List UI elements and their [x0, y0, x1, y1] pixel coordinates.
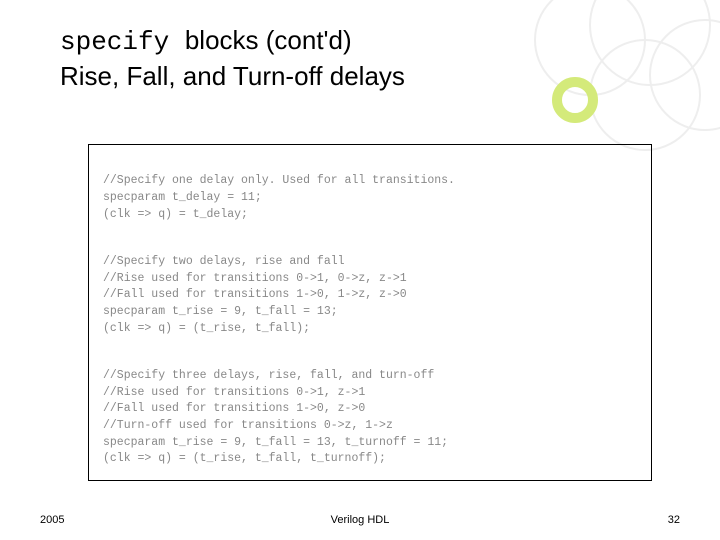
code-line: //Specify one delay only. Used for all t…: [103, 174, 455, 187]
slide-title: specify blocks (cont'd) Rise, Fall, and …: [60, 24, 680, 94]
title-rest1: blocks (cont'd): [185, 25, 352, 55]
footer-year: 2005: [40, 514, 64, 526]
footer-page: 32: [668, 514, 680, 526]
code-line: //Specify two delays, rise and fall: [103, 255, 345, 268]
code-line: (clk => q) = (t_rise, t_fall);: [103, 322, 310, 335]
code-line: specparam t_rise = 9, t_fall = 13;: [103, 305, 338, 318]
code-line: //Rise used for transitions 0->1, 0->z, …: [103, 272, 407, 285]
code-line: //Specify three delays, rise, fall, and …: [103, 369, 434, 382]
code-line: (clk => q) = (t_rise, t_fall, t_turnoff)…: [103, 452, 386, 465]
code-line: specparam t_delay = 11;: [103, 191, 262, 204]
code-line: //Fall used for transitions 1->0, 1->z, …: [103, 288, 407, 301]
code-line: //Turn-off used for transitions 0->z, 1-…: [103, 419, 393, 432]
footer-center: Verilog HDL: [331, 514, 390, 526]
title-line2: Rise, Fall, and Turn-off delays: [60, 61, 405, 91]
code-line: (clk => q) = t_delay;: [103, 208, 248, 221]
code-line: specparam t_rise = 9, t_fall = 13, t_tur…: [103, 436, 448, 449]
code-line: //Fall used for transitions 1->0, z->0: [103, 402, 365, 415]
code-block: //Specify one delay only. Used for all t…: [88, 144, 652, 481]
footer: 2005 Verilog HDL 32: [0, 514, 720, 526]
title-mono: specify: [60, 27, 185, 57]
code-line: //Rise used for transitions 0->1, z->1: [103, 386, 365, 399]
